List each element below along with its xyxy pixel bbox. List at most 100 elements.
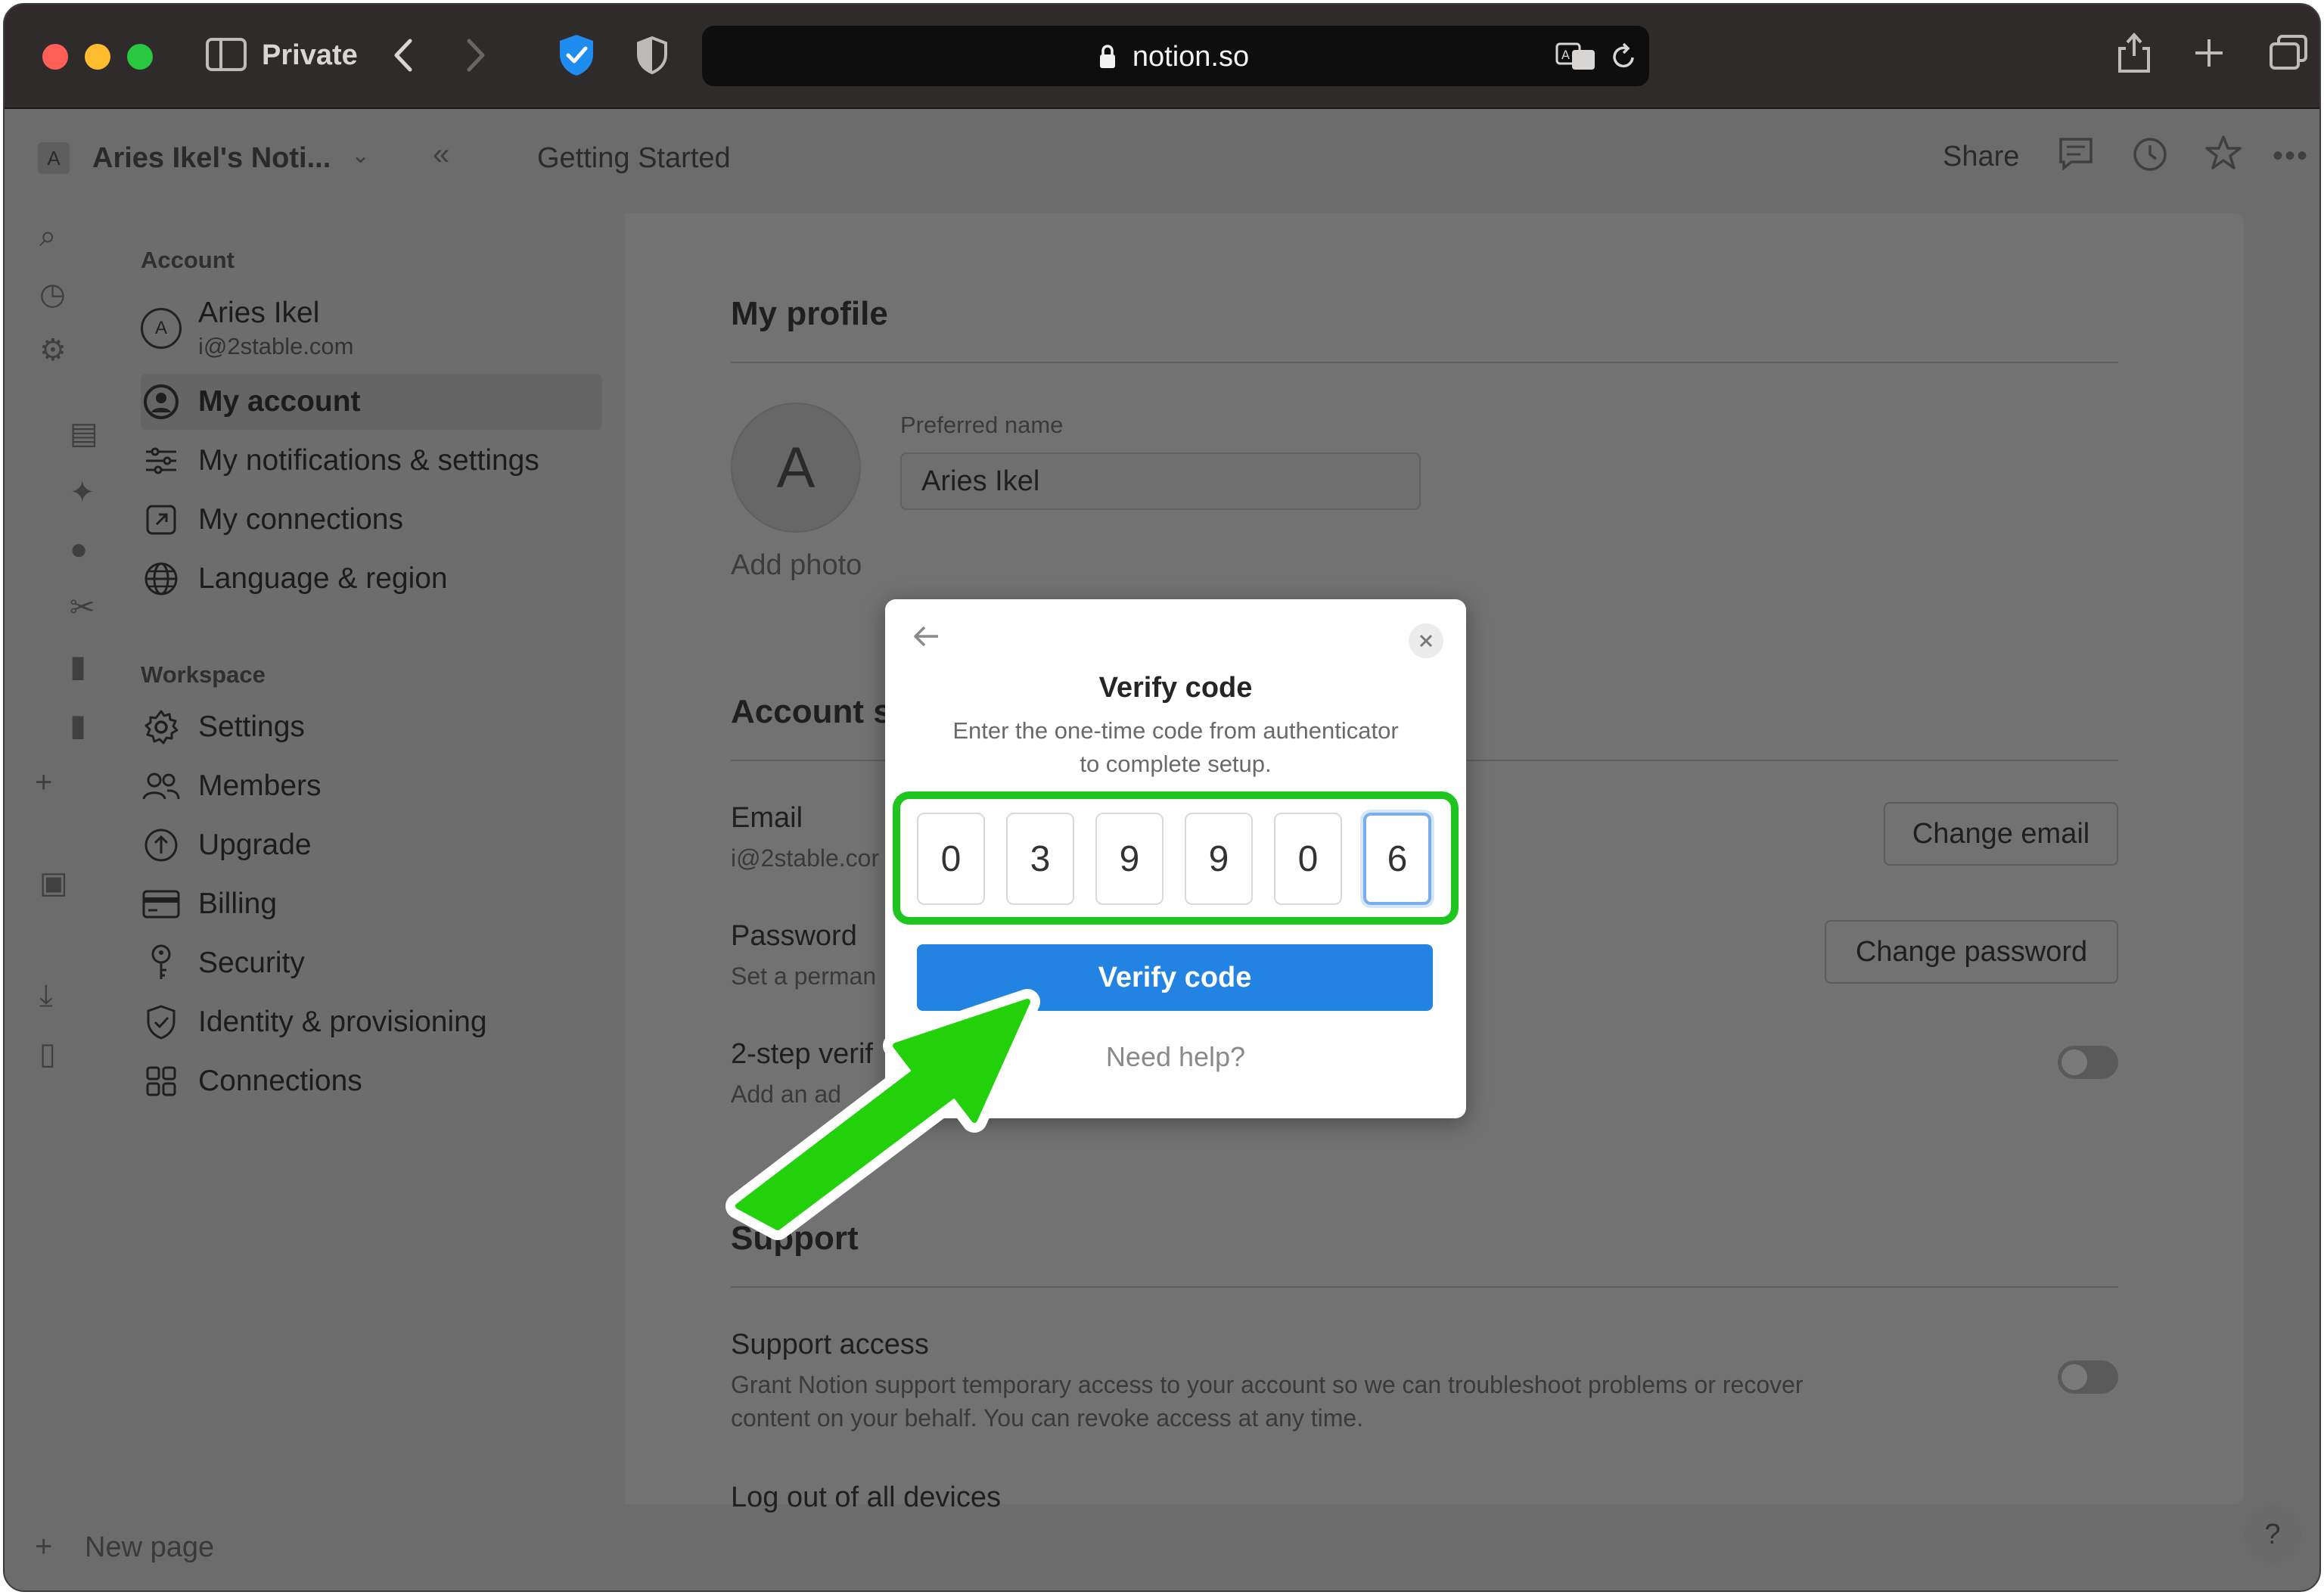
private-label: Private [262, 39, 358, 71]
password-sub: Set a perman [731, 962, 877, 990]
more-options-icon[interactable]: ••• [2273, 139, 2309, 173]
account-section-label: Account [141, 247, 235, 273]
close-icon[interactable] [1409, 623, 1443, 658]
address-text: notion.so [1132, 41, 1250, 73]
tools-icon[interactable]: ✂ [70, 590, 95, 625]
nav-identity-provisioning[interactable]: Identity & provisioning [141, 994, 602, 1050]
back-arrow-icon[interactable] [912, 625, 941, 651]
change-email-button[interactable]: Change email [1884, 802, 2118, 866]
add-photo-link[interactable]: Add photo [731, 549, 862, 582]
two-step-toggle[interactable] [2058, 1046, 2118, 1079]
my-profile-heading: My profile [731, 295, 888, 332]
nav-security[interactable]: Security [141, 935, 602, 991]
code-digit-input-focused[interactable]: 6 [1363, 813, 1431, 905]
translate-icon[interactable]: A [1555, 42, 1596, 75]
page-title: Getting Started [537, 142, 731, 174]
book-icon[interactable]: ▮ [70, 649, 86, 684]
back-icon[interactable] [392, 38, 415, 76]
dialog-description: Enter the one-time code from authenticat… [908, 714, 1443, 781]
account-security-heading: Account s [731, 693, 892, 730]
preferred-name-input[interactable]: Aries Ikel [900, 452, 1421, 510]
verify-code-dialog: Verify code Enter the one-time code from… [885, 599, 1466, 1118]
new-tab-icon[interactable] [2194, 38, 2224, 72]
code-digit-input[interactable]: 0 [917, 813, 985, 905]
nav-settings[interactable]: Settings [141, 699, 602, 755]
address-bar[interactable]: notion.so A [702, 26, 1649, 86]
email-label: Email [731, 802, 803, 834]
user-circle-icon [141, 381, 182, 422]
nav-connections-personal[interactable]: My connections [141, 492, 602, 548]
updates-icon[interactable]: ◷ [39, 277, 66, 312]
profile-avatar[interactable]: A [731, 403, 861, 533]
support-heading: Support [731, 1220, 859, 1257]
nav-notifications[interactable]: My notifications & settings [141, 433, 602, 489]
globe-icon [141, 558, 182, 599]
stack-icon[interactable]: ▮ [70, 708, 86, 743]
nav-label: Settings [198, 710, 305, 743]
nav-my-account[interactable]: My account [141, 374, 602, 430]
tab-overview-icon[interactable] [2270, 35, 2307, 75]
templates-icon[interactable]: ▣ [39, 866, 68, 900]
svg-text:A: A [1561, 48, 1570, 62]
key-icon [141, 943, 182, 984]
nav-billing[interactable]: Billing [141, 876, 602, 932]
sidebar-toggle-icon[interactable] [206, 38, 247, 75]
email-value: i@2stable.cor [731, 844, 880, 872]
workspace-switcher-icon[interactable]: ⌄ [351, 142, 370, 169]
zoom-window-button[interactable] [127, 44, 153, 70]
sliders-icon [141, 440, 182, 481]
close-window-button[interactable] [42, 44, 68, 70]
change-password-button[interactable]: Change password [1825, 920, 2118, 984]
gear-icon [141, 707, 182, 748]
nav-language-region[interactable]: Language & region [141, 551, 602, 607]
nav-connections[interactable]: Connections [141, 1053, 602, 1109]
updates-clock-icon[interactable] [2132, 136, 2168, 180]
nav-label: Upgrade [198, 829, 312, 861]
reload-icon[interactable] [1610, 42, 1637, 75]
code-digit-input[interactable]: 9 [1095, 813, 1164, 905]
need-help-link[interactable]: Need help? [885, 1041, 1466, 1073]
screenshot-frame: Private notion.so A A Aries Ikel's Noti.… [3, 3, 2321, 1592]
search-icon[interactable]: ⌕ [39, 219, 56, 253]
content-blocker-icon[interactable] [635, 36, 669, 78]
code-digit-input[interactable]: 3 [1006, 813, 1074, 905]
person-icon[interactable]: ● [70, 533, 88, 567]
profile-avatar-initial: A [776, 435, 816, 500]
code-digit-input[interactable]: 9 [1185, 813, 1253, 905]
code-digit-input[interactable]: 0 [1274, 813, 1342, 905]
comments-icon[interactable] [2058, 136, 2094, 179]
new-page-plus-icon[interactable]: + [35, 1530, 52, 1564]
verify-code-button[interactable]: Verify code [917, 944, 1433, 1011]
settings-sidebar: Account A Aries Ikel i@2stable.com My ac… [106, 213, 625, 1504]
import-icon[interactable]: ⤓ [39, 979, 53, 1013]
support-access-desc-1: Grant Notion support temporary access to… [731, 1371, 1804, 1398]
share-button[interactable]: Share [1943, 141, 2019, 173]
credit-card-icon [141, 884, 182, 925]
forward-icon[interactable] [464, 38, 487, 76]
user-email: i@2stable.com [198, 333, 354, 359]
help-button[interactable]: ? [2244, 1506, 2301, 1563]
user-avatar: A [141, 308, 182, 349]
user-card: A Aries Ikel i@2stable.com [141, 297, 354, 360]
nav-label: Language & region [198, 562, 448, 595]
support-divider [731, 1286, 2118, 1288]
trash-icon[interactable]: ▯ [39, 1037, 56, 1071]
nav-upgrade[interactable]: Upgrade [141, 817, 602, 873]
workspace-name[interactable]: Aries Ikel's Noti... [92, 142, 331, 175]
new-page-link[interactable]: New page [85, 1531, 214, 1564]
page-doc-icon[interactable]: ▤ [70, 416, 98, 451]
add-page-icon[interactable]: + [35, 766, 52, 800]
pin-icon[interactable]: ✦ [70, 475, 95, 510]
support-access-toggle[interactable] [2058, 1360, 2118, 1394]
workspace-avatar[interactable]: A [38, 142, 70, 174]
nav-members[interactable]: Members [141, 758, 602, 814]
privacy-shield-icon[interactable] [557, 33, 596, 81]
collapse-sidebar-icon[interactable]: « [433, 138, 449, 172]
minimize-window-button[interactable] [85, 44, 110, 70]
settings-gear-icon[interactable]: ⚙ [39, 333, 67, 368]
logout-all-devices[interactable]: Log out of all devices [731, 1482, 1001, 1514]
upgrade-icon [141, 825, 182, 866]
share-icon[interactable] [2117, 30, 2152, 78]
favorite-star-icon[interactable] [2204, 135, 2242, 179]
shield-check-icon [141, 1002, 182, 1043]
